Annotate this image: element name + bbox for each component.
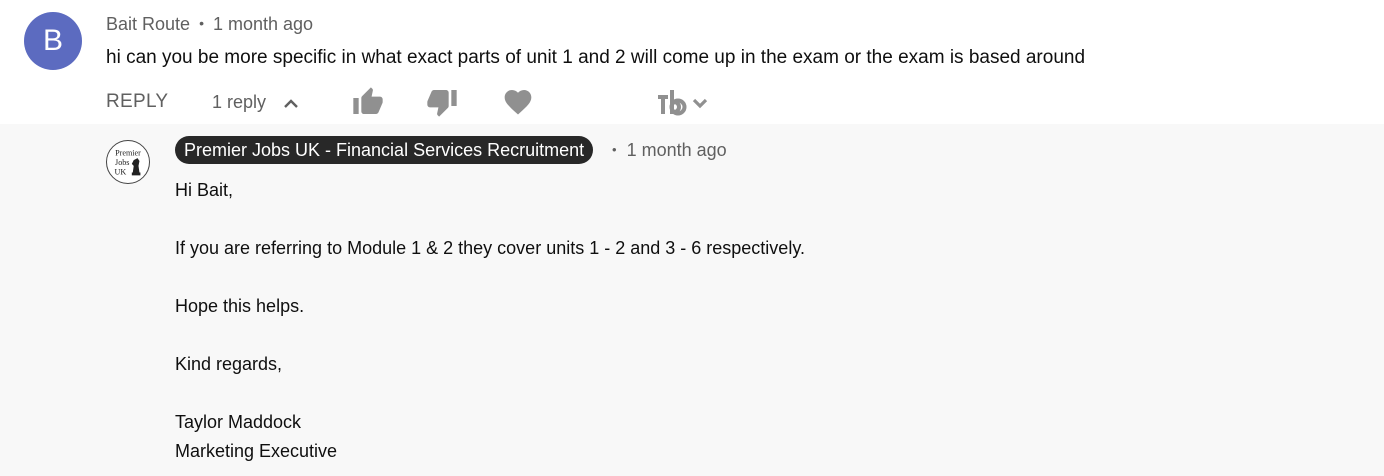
reply-line-blank [175,321,805,350]
thumbs-up-icon [352,86,384,118]
replies-count: 1 reply [212,92,267,112]
reply-line: Kind regards, [175,354,283,374]
tubebuddy-icon [658,90,708,116]
reply-timestamp[interactable]: 1 month ago [627,140,727,160]
logo-line-1: Premier [115,148,141,157]
tubebuddy-menu-button[interactable] [656,86,714,118]
comment-thread: B Bait Route • 1 month ago hi can you be m… [0,0,1384,476]
chess-knight-icon [131,158,141,176]
comment-meta: Bait Route • 1 month ago [106,12,313,35]
reply-line-blank [175,263,805,292]
reply-line: Taylor Maddock [175,412,302,432]
meta-separator: • [612,142,617,157]
logo-line-3: UK [115,167,127,176]
thumbs-down-icon [426,86,458,118]
reply-line: Marketing Executive [175,441,338,461]
dislike-button[interactable] [426,86,458,118]
chevron-up-icon [283,91,299,115]
reply-line-blank [175,205,805,234]
meta-separator: • [199,15,204,31]
reply-author-badge[interactable]: Premier Jobs UK - Financial Services Rec… [175,136,594,164]
comment-author[interactable]: Bait Route [106,14,190,34]
logo-line-2: Jobs [115,158,129,167]
comment-timestamp[interactable]: 1 month ago [213,14,313,34]
reply-thread: Premier Jobs UK Premier Jobs UK - Financ… [0,124,1384,476]
reply-line: Hi Bait, [175,180,234,200]
reply-meta: • 1 month ago [612,138,727,162]
reply-line-blank [175,379,805,408]
reply-author-avatar[interactable]: Premier Jobs UK [106,140,150,184]
comment-actions: REPLY 1 reply [0,84,1384,120]
commenter-avatar[interactable]: B [24,12,82,70]
reply-text: Hi Bait, If you are referring to Module … [175,176,805,466]
heart-icon [502,86,534,118]
comment-text: hi can you be more specific in what exac… [106,47,1086,68]
like-button[interactable] [352,86,384,118]
reply-line: Hope this helps. [175,296,305,316]
toggle-replies-button[interactable]: 1 reply [212,90,299,115]
heart-button[interactable] [502,86,534,118]
avatar-letter: B [42,24,63,57]
reply-line: If you are referring to Module 1 & 2 the… [175,238,805,258]
reply-button[interactable]: REPLY [106,90,168,114]
